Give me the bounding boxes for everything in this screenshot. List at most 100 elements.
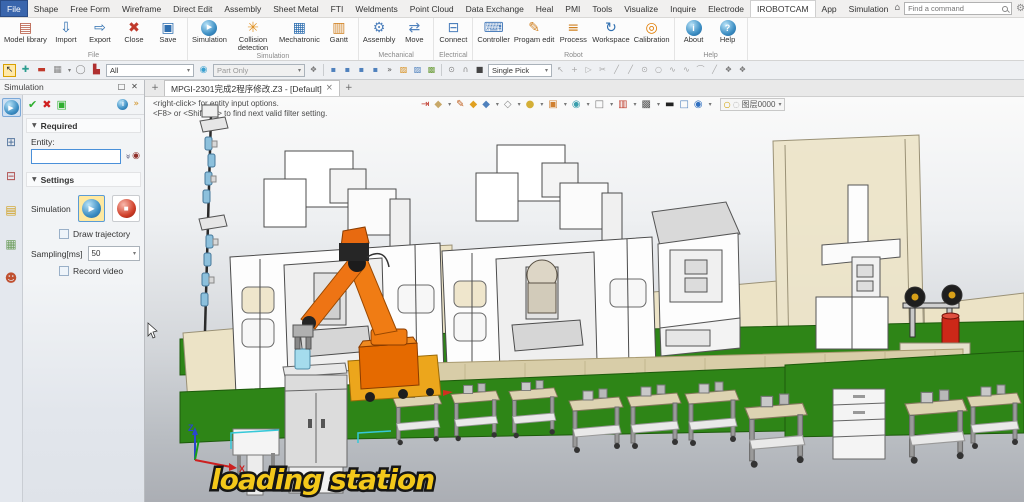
polyline-tool-icon[interactable] (667, 64, 678, 77)
document-tab-close-icon[interactable] (326, 84, 333, 93)
pick-filter-edge-icon[interactable] (342, 64, 353, 77)
program-edit-button[interactable]: Progam edit (512, 19, 556, 44)
arc-tool-icon[interactable] (695, 64, 706, 77)
scope-select[interactable]: Part Only▾ (213, 64, 305, 77)
spline-tool-icon[interactable] (681, 64, 692, 77)
draw-trajectory-row[interactable]: Draw trajectory (23, 226, 144, 242)
model-library-button[interactable]: Model library (2, 19, 49, 44)
help-button[interactable]: ? Help (711, 19, 745, 44)
strip-ergonomics-tab[interactable] (2, 268, 21, 287)
pick-mode-select[interactable]: Single Pick▾ (488, 64, 552, 77)
pick-mode-icon[interactable] (474, 64, 485, 77)
ref-icon[interactable] (308, 64, 319, 77)
ok-button[interactable] (28, 99, 37, 110)
calibration-button[interactable]: Calibration (632, 19, 672, 44)
drawing-icon[interactable] (426, 64, 437, 77)
cancel-button[interactable] (42, 99, 51, 110)
grid-options-icon[interactable] (51, 64, 64, 77)
pick-last-icon[interactable] (384, 64, 395, 77)
pick-filter-body-icon[interactable] (370, 64, 381, 77)
menu-tab-app[interactable]: App (816, 0, 843, 17)
menu-tab-wireframe[interactable]: Wireframe (116, 0, 167, 17)
strip-simulation-tab[interactable]: ▶ (2, 98, 21, 117)
menu-tab-inquire[interactable]: Inquire (664, 0, 702, 17)
entity-filter-select[interactable]: All▾ (106, 64, 194, 77)
account-icon[interactable] (1016, 4, 1024, 14)
required-section-header[interactable]: Required (26, 118, 141, 133)
strip-mechanism-tab[interactable] (2, 166, 21, 185)
controller-button[interactable]: Controller (475, 19, 512, 44)
cursor-tool-icon[interactable] (555, 64, 566, 77)
history-icon[interactable] (446, 64, 457, 77)
manager-expand-icon[interactable] (148, 81, 162, 96)
circle-center-tool-icon[interactable] (639, 64, 650, 77)
pick-filter-face-icon[interactable] (356, 64, 367, 77)
export-button[interactable]: Export (83, 19, 117, 44)
options-icon[interactable] (133, 100, 139, 109)
replay-tool-icon[interactable] (583, 64, 594, 77)
remove-icon[interactable] (35, 64, 48, 77)
play-simulation-button[interactable]: ▶ (78, 195, 106, 222)
draw-trajectory-checkbox[interactable] (59, 229, 69, 239)
point-tool-icon[interactable] (569, 64, 580, 77)
rotate-tool-icon[interactable] (737, 64, 748, 77)
select-tool-icon[interactable] (3, 64, 16, 77)
save-button[interactable]: Save (151, 19, 185, 44)
circle-tool-icon[interactable] (653, 64, 664, 77)
gantt-button[interactable]: Gantt (322, 19, 356, 44)
menu-tab-sheet-metal[interactable]: Sheet Metal (267, 0, 324, 17)
menu-tab-shape[interactable]: Shape (28, 0, 65, 17)
context-icon[interactable] (197, 64, 210, 77)
menu-tab-file[interactable]: File (0, 0, 28, 17)
assembly-button[interactable]: Assembly (361, 19, 398, 44)
command-search[interactable] (904, 2, 1012, 15)
connect-button[interactable]: Connect (436, 19, 470, 44)
home-icon[interactable] (894, 4, 900, 13)
add-icon[interactable] (19, 64, 32, 77)
line-tool-icon[interactable] (611, 64, 622, 77)
record-video-row[interactable]: Record video (23, 263, 144, 279)
assembly-folder-icon[interactable] (412, 64, 423, 77)
menu-tab-weldments[interactable]: Weldments (349, 0, 403, 17)
segment-tool-icon[interactable] (709, 64, 720, 77)
settings-section-header[interactable]: Settings (26, 172, 141, 187)
menu-tab-simulation[interactable]: Simulation (843, 0, 895, 17)
about-button[interactable]: i About (677, 19, 711, 44)
menu-tab-free-form[interactable]: Free Form (64, 0, 116, 17)
panel-dock-icon[interactable] (116, 83, 127, 91)
strip-package-tab[interactable] (2, 200, 21, 219)
entity-expand-icon[interactable] (122, 154, 131, 160)
sampling-select[interactable]: 50 ▾ (88, 246, 141, 261)
curve-filter-icon[interactable] (460, 64, 471, 77)
command-search-input[interactable] (908, 4, 1002, 13)
menu-tab-point-cloud[interactable]: Point Cloud (404, 0, 460, 17)
menu-tab-electrode[interactable]: Electrode (702, 0, 750, 17)
viewport-canvas[interactable]: Z X loading station (145, 97, 1024, 502)
pan-tool-icon[interactable] (723, 64, 734, 77)
menu-tab-visualize[interactable]: Visualize (618, 0, 664, 17)
menu-tab-pmi[interactable]: PMI (559, 0, 586, 17)
record-video-checkbox[interactable] (59, 266, 69, 276)
menu-tab-irobotcam[interactable]: IROBOTCAM (750, 0, 815, 17)
pick-filter-vertex-icon[interactable] (328, 64, 339, 77)
strip-render-tab[interactable] (2, 234, 21, 253)
apply-button[interactable] (56, 99, 66, 110)
menu-tab-direct-edit[interactable]: Direct Edit (167, 0, 218, 17)
close-doc-button[interactable]: Close (117, 19, 151, 44)
document-tab[interactable]: MPGI-2301完成2程序修改.Z3 - [Default] (164, 80, 340, 96)
import-button[interactable]: Import (49, 19, 83, 44)
component-folder-icon[interactable] (398, 64, 409, 77)
menu-tab-tools[interactable]: Tools (586, 0, 618, 17)
simulation-button[interactable]: ▶ Simulation (190, 19, 229, 44)
workspace-button[interactable]: Workspace (590, 19, 631, 44)
strip-structure-tab[interactable] (2, 132, 21, 151)
menu-tab-fti[interactable]: FTI (325, 0, 350, 17)
entity-pick-icon[interactable] (132, 152, 140, 161)
menu-tab-assembly[interactable]: Assembly (218, 0, 267, 17)
entity-input[interactable] (31, 149, 121, 164)
stop-simulation-button[interactable]: ■ (112, 195, 140, 222)
menu-tab-data-exchange[interactable]: Data Exchange (460, 0, 530, 17)
viewport[interactable]: <right-click> for entity input options.<… (145, 97, 1024, 502)
info-icon[interactable]: i (117, 99, 128, 110)
mechatronic-button[interactable]: Mechatronic (277, 19, 322, 44)
